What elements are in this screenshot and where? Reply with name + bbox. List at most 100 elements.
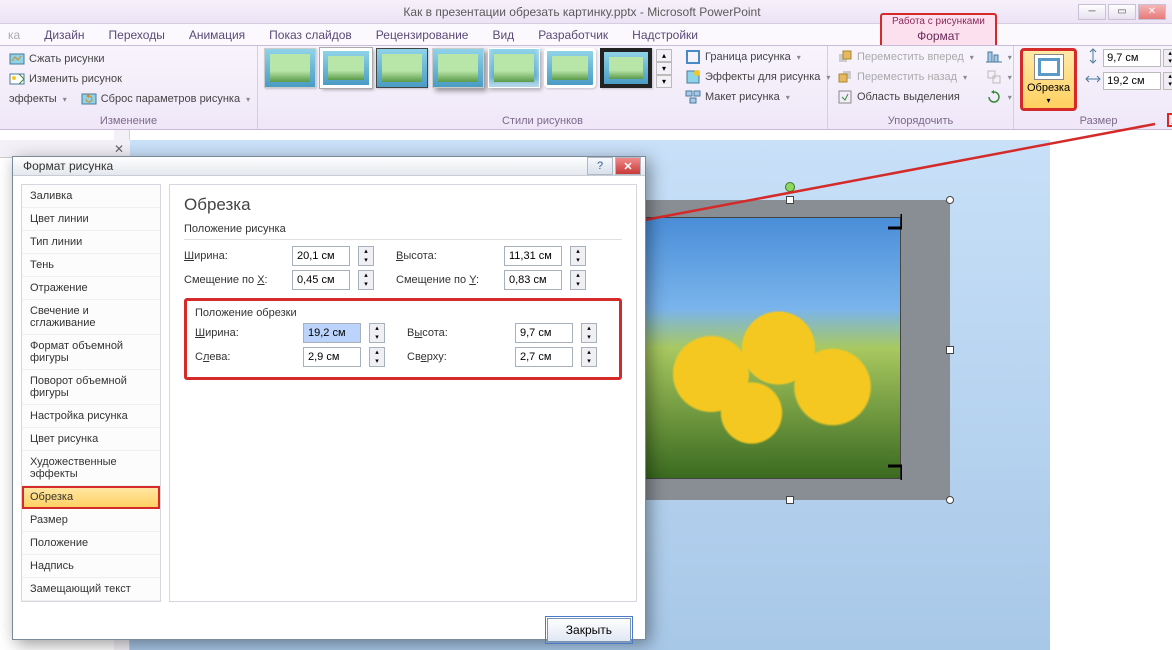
spin-up[interactable]: ▴ xyxy=(359,271,373,280)
tab-animation[interactable]: Анимация xyxy=(177,25,257,45)
nav-item[interactable]: Свечение и сглаживание xyxy=(22,300,160,335)
spin-down[interactable]: ▾ xyxy=(582,357,596,366)
change-picture[interactable]: Изменить рисунок xyxy=(6,70,253,88)
rotate[interactable] xyxy=(983,88,1015,106)
spin-up[interactable]: ▴ xyxy=(370,324,384,333)
resize-handle[interactable] xyxy=(946,346,954,354)
spin-down[interactable]: ▾ xyxy=(370,357,384,366)
minimize-button[interactable]: ─ xyxy=(1078,4,1106,20)
send-backward[interactable]: Переместить назад xyxy=(834,68,977,86)
group-objects[interactable] xyxy=(983,68,1015,86)
tab-slideshow[interactable]: Показ слайдов xyxy=(257,25,364,45)
spin-up[interactable]: ▴ xyxy=(359,247,373,256)
nav-item[interactable]: Цвет линии xyxy=(22,208,160,231)
picture-effects[interactable]: Эффекты для рисунка xyxy=(682,68,833,86)
crop-height-input[interactable] xyxy=(515,323,573,343)
pic-width-input[interactable] xyxy=(292,246,350,266)
style-thumb[interactable] xyxy=(320,48,372,88)
nav-item[interactable]: Положение xyxy=(22,532,160,555)
close-pane-icon[interactable]: ✕ xyxy=(114,142,124,156)
gallery-up[interactable]: ▴ xyxy=(656,49,672,62)
nav-item[interactable]: Тень xyxy=(22,254,160,277)
dialog-close-main-button[interactable]: Закрыть xyxy=(547,618,631,642)
tab-developer[interactable]: Разработчик xyxy=(526,25,620,45)
spin-down[interactable]: ▾ xyxy=(582,333,596,342)
picture-layout[interactable]: Макет рисунка xyxy=(682,88,833,106)
picture[interactable] xyxy=(630,218,900,478)
tab-addins[interactable]: Надстройки xyxy=(620,25,710,45)
spin-down[interactable]: ▾ xyxy=(571,256,585,265)
bring-forward[interactable]: Переместить вперед xyxy=(834,48,977,66)
pic-height-input[interactable] xyxy=(504,246,562,266)
crop-handle[interactable] xyxy=(886,464,902,480)
picture-crop-frame[interactable] xyxy=(630,200,950,500)
tab-transitions[interactable]: Переходы xyxy=(97,25,177,45)
crop-left-input[interactable] xyxy=(303,347,361,367)
gallery-down[interactable]: ▾ xyxy=(656,62,672,75)
style-thumb[interactable] xyxy=(264,48,316,88)
resize-handle[interactable] xyxy=(786,196,794,204)
dialog-titlebar[interactable]: Формат рисунка ? ✕ xyxy=(13,157,645,176)
crop-button[interactable]: Обрезка ▾ xyxy=(1020,48,1077,111)
spin-up[interactable]: ▴ xyxy=(571,247,585,256)
nav-item[interactable]: Настройка рисунка xyxy=(22,405,160,428)
shape-height-input[interactable] xyxy=(1103,49,1161,67)
spin-down[interactable]: ▾ xyxy=(359,256,373,265)
style-thumb[interactable] xyxy=(488,48,540,88)
style-thumb[interactable] xyxy=(432,48,484,88)
nav-item[interactable]: Заливка xyxy=(22,185,160,208)
spin-up[interactable]: ▴ xyxy=(571,271,585,280)
crop-position-section: Положение обрезки Ширина: ▴▾ Высота: ▴▾ … xyxy=(184,298,622,380)
nav-item[interactable]: Цвет рисунка xyxy=(22,428,160,451)
spin-down[interactable]: ▾ xyxy=(370,333,384,342)
align[interactable] xyxy=(983,48,1015,66)
tab-partial[interactable]: ка xyxy=(8,25,32,45)
rotate-handle[interactable] xyxy=(785,182,795,192)
style-thumb[interactable] xyxy=(376,48,428,88)
gallery-more[interactable]: ▾ xyxy=(656,75,672,88)
spin-down[interactable]: ▾ xyxy=(571,280,585,289)
size-dialog-launcher[interactable]: ◢ xyxy=(1167,113,1172,127)
crop-width-input[interactable] xyxy=(303,323,361,343)
nav-item[interactable]: Формат объемной фигуры xyxy=(22,335,160,370)
tab-view[interactable]: Вид xyxy=(480,25,526,45)
nav-item[interactable]: Размер xyxy=(22,509,160,532)
spin-up[interactable]: ▴ xyxy=(1164,50,1172,58)
pic-offy-input[interactable] xyxy=(504,270,562,290)
nav-item[interactable]: Тип линии xyxy=(22,231,160,254)
resize-handle[interactable] xyxy=(786,496,794,504)
spin-down[interactable]: ▾ xyxy=(1164,81,1172,89)
tab-format[interactable]: Формат xyxy=(909,27,968,45)
resize-handle[interactable] xyxy=(946,496,954,504)
nav-item[interactable]: Отражение xyxy=(22,277,160,300)
style-thumb[interactable] xyxy=(544,48,596,88)
nav-item[interactable]: Обрезка xyxy=(22,486,160,509)
maximize-button[interactable]: ▭ xyxy=(1108,4,1136,20)
tab-design[interactable]: Дизайн xyxy=(32,25,96,45)
selection-pane[interactable]: Область выделения xyxy=(834,88,977,106)
crop-handle[interactable] xyxy=(886,214,902,230)
nav-item[interactable]: Надпись xyxy=(22,555,160,578)
shape-width-input[interactable] xyxy=(1103,72,1161,90)
window-close-button[interactable]: ✕ xyxy=(1138,4,1166,20)
crop-top-input[interactable] xyxy=(515,347,573,367)
dialog-close-button[interactable]: ✕ xyxy=(615,157,641,175)
artistic-effects[interactable]: эффекты xyxy=(6,92,70,106)
style-thumb[interactable] xyxy=(600,48,652,88)
spin-up[interactable]: ▴ xyxy=(370,348,384,357)
spin-up[interactable]: ▴ xyxy=(582,348,596,357)
nav-item[interactable]: Поворот объемной фигуры xyxy=(22,370,160,405)
spin-down[interactable]: ▾ xyxy=(359,280,373,289)
nav-item[interactable]: Художественные эффекты xyxy=(22,451,160,486)
spin-up[interactable]: ▴ xyxy=(1164,73,1172,81)
picture-border[interactable]: Граница рисунка xyxy=(682,48,833,66)
reset-picture[interactable]: Сброс параметров рисунка xyxy=(78,90,253,108)
compress-pictures[interactable]: Сжать рисунки xyxy=(6,50,253,68)
tab-review[interactable]: Рецензирование xyxy=(364,25,481,45)
pic-offx-input[interactable] xyxy=(292,270,350,290)
spin-down[interactable]: ▾ xyxy=(1164,58,1172,66)
nav-item[interactable]: Замещающий текст xyxy=(22,578,160,601)
resize-handle[interactable] xyxy=(946,196,954,204)
dialog-help-button[interactable]: ? xyxy=(587,157,613,175)
spin-up[interactable]: ▴ xyxy=(582,324,596,333)
